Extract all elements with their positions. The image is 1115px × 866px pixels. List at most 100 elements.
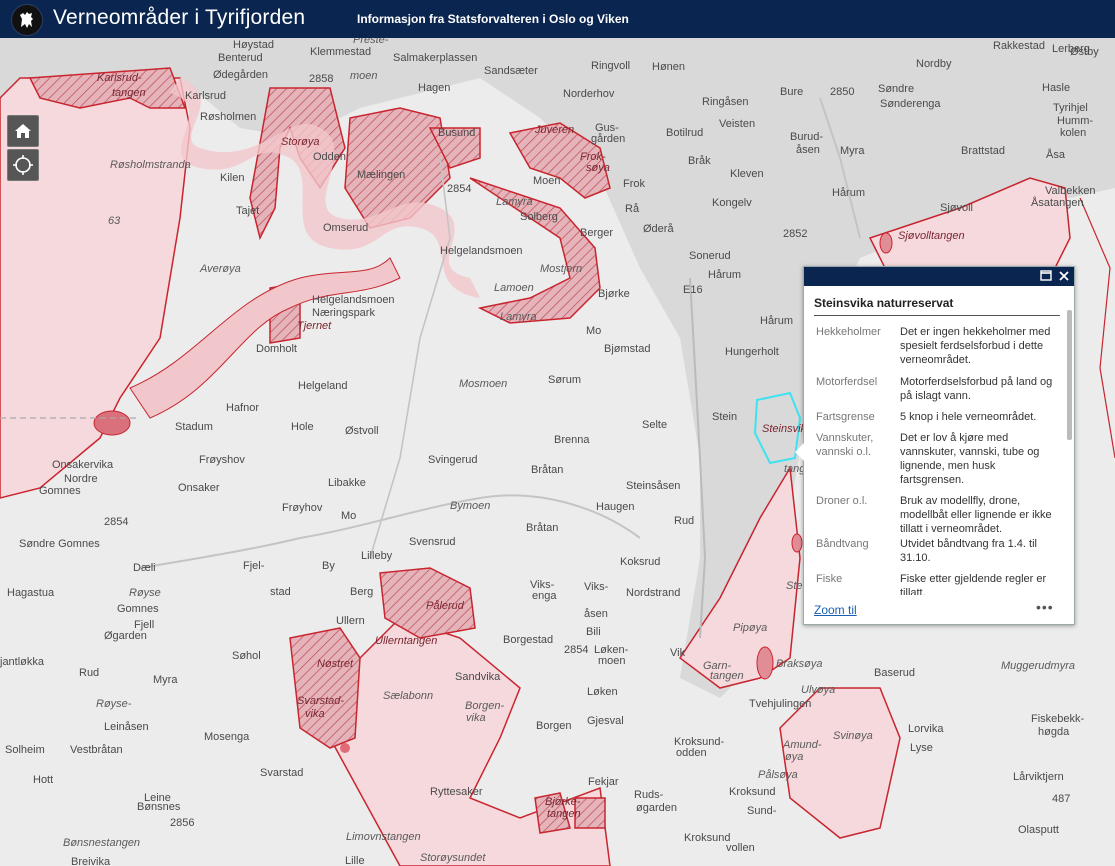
map-label: Vestbråtan bbox=[70, 744, 123, 756]
map-label: moen bbox=[598, 655, 626, 667]
map-label: Kroksund bbox=[729, 786, 776, 798]
map-label: Frøyhov bbox=[282, 502, 323, 514]
map-label: Salmakerplassen bbox=[393, 52, 478, 64]
map-label: Pålsøya bbox=[758, 769, 798, 781]
map-label: Vik bbox=[670, 647, 686, 659]
map-label: Tjernet bbox=[297, 320, 332, 332]
map-label: Svensrud bbox=[409, 536, 456, 548]
map-label: Stadum bbox=[175, 421, 213, 433]
map-label: Storøysundet bbox=[420, 852, 486, 864]
map-label: Lamyra bbox=[500, 311, 537, 323]
map-label: Kilen bbox=[220, 172, 245, 184]
map-label: Søndre Gomnes bbox=[19, 538, 100, 550]
locate-button[interactable] bbox=[7, 149, 39, 181]
map-label: 63 bbox=[108, 215, 121, 227]
map-label: Kleven bbox=[730, 168, 764, 180]
map-label: 2856 bbox=[170, 817, 195, 829]
map-label: Mosmoen bbox=[459, 378, 508, 390]
map-label: Hårum bbox=[760, 315, 794, 327]
map-label: Røsholmstranda bbox=[110, 159, 191, 171]
attr-value: Motorferdselsforbud på land og på islagt… bbox=[900, 376, 1053, 402]
zoom-to-link[interactable]: Zoom til bbox=[814, 603, 857, 617]
map-label: Fiskebekk- bbox=[1031, 713, 1085, 725]
map-label: Lamyra bbox=[496, 196, 533, 208]
map-label: Humm- bbox=[1057, 115, 1094, 127]
map-label: Øgarden bbox=[104, 630, 147, 642]
map-label: Nordby bbox=[916, 58, 952, 70]
map-label: Østby bbox=[1070, 46, 1099, 58]
coat-of-arms-logo bbox=[11, 4, 43, 36]
close-icon[interactable] bbox=[1058, 270, 1070, 282]
map-label: Bili bbox=[586, 626, 601, 638]
map-label: Nordstrand bbox=[626, 587, 681, 599]
app-title: Verneområder i Tyrifjorden bbox=[53, 6, 306, 29]
map-label: Lyse bbox=[910, 742, 933, 754]
map-label: Helgeland bbox=[298, 380, 348, 392]
map-label: Breivika bbox=[71, 856, 111, 866]
map-label: enga bbox=[532, 590, 557, 602]
map-label: øya bbox=[785, 751, 804, 763]
map-label: Brattstad bbox=[961, 145, 1006, 157]
map-label: Mo bbox=[586, 325, 602, 337]
map-label: Berger bbox=[580, 227, 614, 239]
map-label: Lille bbox=[345, 855, 365, 866]
map-label: Norderhov bbox=[563, 88, 615, 100]
map-label: Tajet bbox=[236, 205, 260, 217]
map-label: Stein bbox=[712, 411, 738, 423]
map-label: Solheim bbox=[5, 744, 45, 756]
map-label: Selte bbox=[642, 419, 668, 431]
map-label: Moen bbox=[533, 175, 561, 187]
popup-attributes[interactable]: Hekkeholmer Det er ingen hekkeholmer med… bbox=[804, 319, 1066, 595]
map-label: Ulvøya bbox=[801, 684, 836, 696]
map-label: Helgelandsmoen bbox=[440, 245, 523, 257]
map-label: Storøya bbox=[281, 136, 320, 148]
map-label: Olasputt bbox=[1018, 824, 1059, 836]
map-label: 2854 bbox=[447, 183, 472, 195]
map-label: Libakke bbox=[328, 477, 366, 489]
home-button[interactable] bbox=[7, 115, 39, 147]
popup-scrollbar[interactable] bbox=[1067, 310, 1072, 440]
app-subtitle: Informasjon fra Statsforvalteren i Oslo … bbox=[357, 12, 629, 26]
map-label: Hungerholt bbox=[725, 346, 779, 358]
map-label: Fjel- bbox=[243, 560, 265, 572]
map-label: Åsa bbox=[1046, 149, 1065, 161]
attr-value: Bruk av modellfly, drone, modellbåt elle… bbox=[900, 495, 1052, 535]
map-label: Mosenga bbox=[204, 731, 250, 743]
map-label: tangen bbox=[112, 87, 146, 99]
map-label: Sandsæter bbox=[484, 65, 538, 77]
map-label: Tyrihjel bbox=[1053, 102, 1088, 114]
map-label: Ste bbox=[786, 580, 803, 592]
attr-value: 5 knop i hele verneområdet. bbox=[900, 411, 1037, 423]
map-label: Mælingen bbox=[357, 169, 406, 181]
map-label: 2858 bbox=[309, 73, 334, 85]
map-label: Hagen bbox=[418, 82, 451, 94]
more-actions-button[interactable]: ••• bbox=[1036, 599, 1054, 615]
map-label: Tvehjulingen bbox=[749, 698, 812, 710]
map-label: Sørum bbox=[548, 374, 581, 386]
map-label: moen bbox=[350, 70, 378, 82]
map-label: Averøya bbox=[200, 263, 241, 275]
attr-key: Vannskuter, vannski o.l. bbox=[816, 432, 874, 458]
map-label: Sund- bbox=[747, 805, 777, 817]
map-label: Hott bbox=[33, 774, 54, 786]
map-label: Klemmestad bbox=[310, 46, 372, 58]
map-label: 487 bbox=[1052, 793, 1071, 805]
feature-popup: Steinsvika naturreservat Hekkeholmer Det… bbox=[795, 266, 1075, 625]
map-label: Borgen bbox=[536, 720, 572, 732]
map-label: Burud- bbox=[790, 131, 824, 143]
map-label: Hafnor bbox=[226, 402, 260, 414]
map-label: Hagastua bbox=[7, 587, 55, 599]
map-label: Frøyshov bbox=[199, 454, 245, 466]
map-label: Benterud bbox=[218, 52, 263, 64]
map-label: Åsatangen bbox=[1031, 197, 1084, 209]
map-label: 2854 bbox=[564, 644, 589, 656]
attr-value: Det er ingen hekkeholmer med spesielt fe… bbox=[900, 326, 1051, 366]
map-label: Gjesval bbox=[587, 715, 624, 727]
attr-key: Fiske bbox=[816, 573, 843, 585]
map-label: stad bbox=[270, 586, 291, 598]
map-label: Juveren bbox=[535, 124, 575, 136]
map-label: Røyse- bbox=[96, 698, 132, 710]
maximize-icon[interactable] bbox=[1040, 270, 1052, 282]
map-label: Hasle bbox=[1042, 82, 1071, 94]
map-label: Kongelv bbox=[712, 197, 752, 209]
